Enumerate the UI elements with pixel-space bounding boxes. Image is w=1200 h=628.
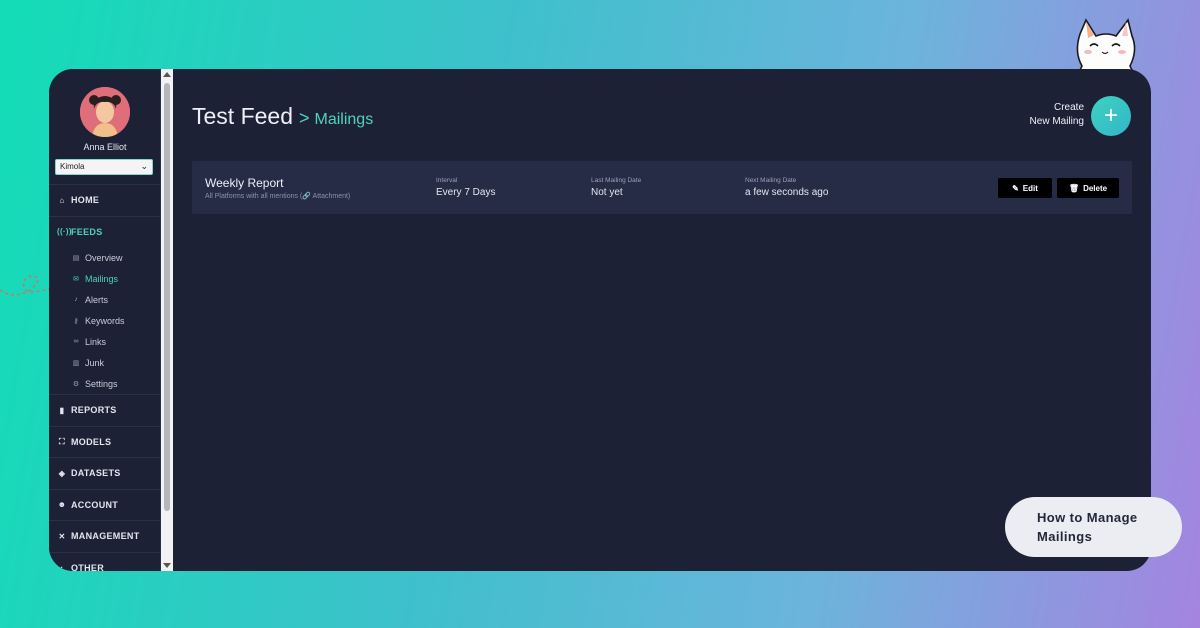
sidebar-item-overview[interactable]: ▤ Overview: [49, 247, 160, 268]
trash-icon: ▥: [72, 359, 80, 367]
sidebar-item-label: Alerts: [85, 294, 109, 305]
app-window: Anna Elliot Kimola ⌄ ⌂ HOME ((·)) FEEDS …: [49, 69, 1151, 571]
nav-datasets-label: DATASETS: [71, 468, 121, 479]
edit-icon: ✎: [1012, 183, 1019, 193]
sidebar-item-label: Keywords: [85, 315, 125, 326]
sidebar-item-label: Overview: [85, 252, 123, 263]
nav-account-label: ACCOUNT: [71, 499, 119, 510]
nav-feeds[interactable]: ((·)) FEEDS: [49, 215, 160, 248]
last-mailing-column: Last Mailing Date Not yet: [591, 177, 641, 198]
sidebar-item-label: Links: [85, 336, 107, 347]
layers-icon: ◈: [58, 468, 66, 478]
sidebar-item-mailings[interactable]: ✉ Mailings: [49, 268, 160, 289]
tools-icon: ✕: [58, 531, 66, 541]
delete-button[interactable]: 🗑 Delete: [1057, 178, 1119, 198]
sidebar-item-keywords[interactable]: ⚷ Keywords: [49, 310, 160, 331]
edit-label: Edit: [1022, 183, 1038, 193]
edit-button[interactable]: ✎ Edit: [998, 178, 1052, 198]
sidebar-item-label: Settings: [85, 378, 118, 389]
mailing-name[interactable]: Weekly Report: [205, 176, 283, 190]
last-mailing-label: Last Mailing Date: [591, 177, 642, 184]
sidebar-nav: ⌂ HOME ((·)) FEEDS ▤ Overview ✉ Mailings…: [49, 184, 160, 571]
nav-management-label: MANAGEMENT: [71, 531, 140, 542]
delete-label: Delete: [1083, 183, 1108, 193]
sidebar-item-alerts[interactable]: ♪ Alerts: [49, 289, 160, 310]
plus-icon: +: [1103, 102, 1118, 129]
bar-chart-icon: ▮: [59, 405, 65, 415]
page-title: Test Feed > Mailings: [192, 103, 373, 130]
key-icon: ⚷: [73, 317, 79, 325]
sidebar-item-junk[interactable]: ▥ Junk: [49, 352, 160, 373]
overview-icon: ▤: [72, 254, 80, 262]
sidebar-item-label: Mailings: [85, 273, 119, 284]
sidebar-item-links[interactable]: ∞ Links: [49, 331, 160, 352]
scrollbar-thumb[interactable]: [164, 83, 170, 511]
nav-other[interactable]: · OTHER: [49, 551, 160, 571]
nav-account[interactable]: ☻ ACCOUNT: [49, 488, 160, 521]
feed-title[interactable]: Test Feed: [192, 103, 293, 130]
nav-models-label: MODELS: [71, 436, 112, 447]
create-mailing-label: Create New Mailing: [1030, 101, 1084, 129]
nav-feeds-label: FEEDS: [71, 226, 103, 237]
interval-label: Interval: [436, 177, 458, 184]
avatar[interactable]: [80, 87, 130, 137]
nav-other-label: OTHER: [71, 562, 104, 571]
next-mailing-label: Next Mailing Date: [745, 177, 797, 184]
workspace-select[interactable]: Kimola ⌄: [55, 159, 153, 175]
bell-icon: ♪: [74, 296, 78, 303]
envelope-icon: ✉: [73, 275, 79, 283]
sidebar-scrollbar[interactable]: [161, 69, 173, 571]
sidebar-item-settings[interactable]: ⚙ Settings: [49, 373, 160, 394]
nav-management[interactable]: ✕ MANAGEMENT: [49, 520, 160, 552]
table-row: Weekly Report All Platforms with all men…: [192, 161, 1132, 214]
interval-value: Every 7 Days: [436, 187, 496, 198]
models-icon: ⛶: [59, 436, 65, 446]
user-gear-icon: ☻: [57, 500, 67, 510]
last-mailing-value: Not yet: [591, 187, 623, 198]
scroll-down-icon[interactable]: [163, 563, 171, 568]
workspace-value: Kimola: [60, 162, 85, 171]
interval-column: Interval Every 7 Days: [436, 177, 495, 198]
trash-icon: 🗑: [1068, 183, 1080, 193]
scroll-up-icon[interactable]: [163, 72, 171, 77]
tutorial-title-line2: Mailings: [1037, 529, 1093, 544]
nav-models[interactable]: ⛶ MODELS: [49, 425, 160, 458]
user-portrait-icon: [80, 87, 130, 137]
breadcrumb: Mailings: [314, 111, 374, 128]
mailing-description: All Platforms with all mentions (🔗 Attac…: [205, 193, 351, 200]
gear-icon: ⚙: [72, 380, 80, 388]
next-mailing-value: a few seconds ago: [745, 187, 829, 198]
create-mailing-button[interactable]: +: [1091, 96, 1131, 136]
breadcrumb-chevron-icon: >: [299, 108, 310, 128]
tutorial-title-card: How to Manage Mailings: [1005, 497, 1182, 557]
home-icon: ⌂: [59, 195, 65, 205]
user-name: Anna Elliot: [83, 142, 127, 152]
nav-home[interactable]: ⌂ HOME: [49, 184, 160, 216]
sidebar-item-label: Junk: [85, 357, 105, 368]
link-icon: ∞: [73, 338, 79, 345]
nav-reports[interactable]: ▮ REPORTS: [49, 394, 160, 426]
other-icon: ·: [60, 563, 64, 571]
tutorial-title-line1: How to Manage: [1037, 510, 1138, 525]
sidebar: Anna Elliot Kimola ⌄ ⌂ HOME ((·)) FEEDS …: [49, 69, 161, 571]
broadcast-icon: ((·)): [57, 227, 72, 237]
chevron-down-icon: ⌄: [140, 161, 148, 171]
create-label-line2: New Mailing: [1029, 116, 1084, 127]
create-label-line1: Create: [1053, 102, 1084, 113]
nav-datasets[interactable]: ◈ DATASETS: [49, 457, 160, 489]
nav-reports-label: REPORTS: [71, 405, 117, 416]
nav-home-label: HOME: [71, 195, 100, 206]
next-mailing-column: Next Mailing Date a few seconds ago: [745, 177, 828, 198]
